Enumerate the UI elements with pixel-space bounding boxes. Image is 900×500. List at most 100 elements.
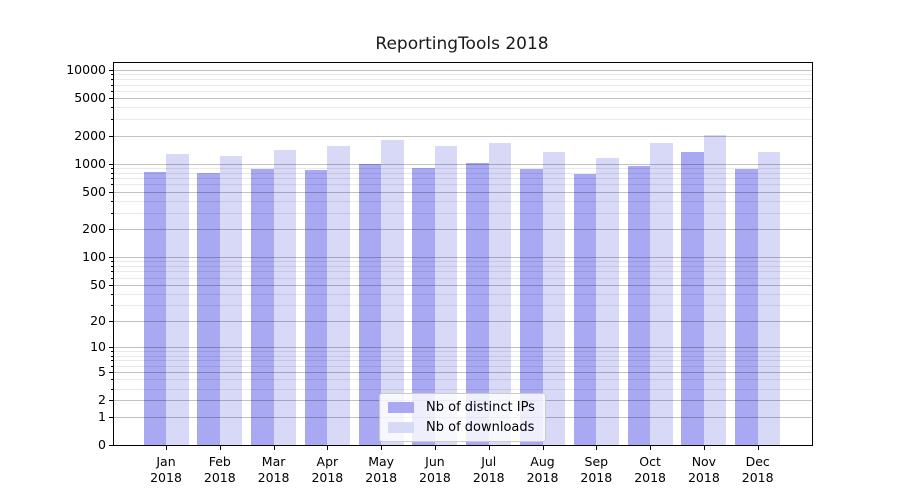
y-minor-tick <box>111 277 113 279</box>
y-major-tick <box>109 445 113 446</box>
gridline-minor <box>114 178 812 180</box>
x-axis-tick-label: Dec 2018 <box>728 454 788 486</box>
gridline-major <box>114 98 812 100</box>
gridline-major <box>114 257 812 259</box>
gridline-minor <box>114 360 812 362</box>
gridline-major <box>114 163 812 165</box>
bar-distinct-ips <box>735 168 758 445</box>
gridline-minor <box>114 305 812 307</box>
y-axis-tick-label: 1000 <box>74 155 106 171</box>
gridline-major <box>114 321 812 323</box>
y-axis-tick-label: 500 <box>82 183 106 199</box>
year-label: 2018 <box>580 470 613 485</box>
y-minor-tick <box>111 74 113 76</box>
gridline-minor <box>114 266 812 268</box>
y-major-tick <box>109 191 113 193</box>
legend: Nb of distinct IPs Nb of downloads <box>379 393 546 442</box>
y-major-tick <box>109 135 113 137</box>
month-label: Jul <box>481 454 497 469</box>
month-label: Feb <box>208 454 231 469</box>
year-label: 2018 <box>741 470 774 485</box>
gridline-major <box>114 347 812 349</box>
y-minor-tick <box>111 107 113 109</box>
bar-downloads <box>166 154 189 445</box>
gridline-minor <box>114 90 812 92</box>
y-minor-tick <box>111 212 113 214</box>
year-label: 2018 <box>257 470 290 485</box>
y-axis-tick-label: 20 <box>90 313 106 329</box>
year-label: 2018 <box>472 470 505 485</box>
month-label: Nov <box>691 454 717 469</box>
y-axis-tick-label: 200 <box>82 221 106 237</box>
y-major-tick <box>109 347 113 349</box>
gridline-minor <box>114 261 812 263</box>
y-minor-tick <box>111 79 113 81</box>
y-minor-tick <box>111 351 113 353</box>
x-axis-tick-label: Oct 2018 <box>620 454 680 486</box>
x-tick <box>703 446 705 450</box>
figure: ReportingTools 2018 0 1 2 5 10 20 50 100 200 500 1… <box>0 0 900 500</box>
y-axis-tick-label: 5000 <box>74 90 106 106</box>
y-axis-tick-label: 50 <box>90 276 106 292</box>
x-tick <box>219 446 221 450</box>
gridline-minor <box>114 293 812 295</box>
legend-label: Nb of distinct IPs <box>426 400 535 415</box>
chart-title: ReportingTools 2018 <box>375 34 549 54</box>
month-label: Jan <box>156 454 176 469</box>
x-tick <box>757 446 759 450</box>
y-major-tick <box>109 284 113 286</box>
plot-area: 0 1 2 5 10 20 50 100 200 500 1000 2000 5000 10000 Jan 2… <box>66 62 813 485</box>
legend-row: Nb of distinct IPs <box>388 400 535 415</box>
year-label: 2018 <box>687 470 720 485</box>
y-minor-tick <box>111 90 113 92</box>
y-axis-tick-label: 10 <box>90 339 106 355</box>
y-minor-tick <box>111 305 113 307</box>
year-label: 2018 <box>150 470 182 485</box>
y-minor-tick <box>111 365 113 367</box>
y-minor-tick <box>111 379 113 381</box>
y-minor-tick <box>111 388 113 390</box>
gridline-minor <box>114 355 812 357</box>
gridline-major <box>114 229 812 231</box>
bar-downloads <box>703 134 727 445</box>
x-axis-tick-label: Nov 2018 <box>674 454 734 486</box>
x-tick <box>166 446 167 450</box>
gridline-minor <box>114 212 812 214</box>
y-major-tick <box>109 98 113 100</box>
month-label: Jun <box>425 454 445 469</box>
gridline-major <box>114 372 812 374</box>
y-minor-tick <box>111 360 113 362</box>
gridline-minor <box>114 172 812 174</box>
month-label: Dec <box>745 454 770 469</box>
x-tick <box>488 446 490 450</box>
gridline-major <box>114 135 812 137</box>
x-tick <box>596 446 598 450</box>
y-major-tick <box>109 229 113 231</box>
y-minor-tick <box>111 184 113 186</box>
y-minor-tick <box>111 271 113 273</box>
x-axis-tick-label: Feb 2018 <box>190 454 250 486</box>
y-axis-tick-label: 1 <box>98 408 106 424</box>
y-axis-tick-label: 2000 <box>74 127 106 143</box>
gridline-minor <box>114 351 812 353</box>
y-minor-tick <box>111 84 113 86</box>
gridline-major <box>114 191 812 193</box>
x-axis-tick-label: Aug 2018 <box>513 454 573 486</box>
gridline-minor <box>114 379 812 381</box>
y-minor-tick <box>111 293 113 295</box>
y-minor-tick <box>111 178 113 180</box>
gridline-minor <box>114 388 812 390</box>
y-major-tick <box>109 372 113 374</box>
gridline-minor <box>114 84 812 86</box>
y-minor-tick <box>111 261 113 263</box>
y-axis-tick-label: 100 <box>82 249 106 265</box>
y-minor-tick <box>111 172 113 174</box>
x-tick <box>273 446 275 450</box>
gridline-minor <box>114 184 812 186</box>
y-axis-tick-label: 5 <box>98 364 106 380</box>
y-major-tick <box>109 163 113 165</box>
x-axis-tick-label: May 2018 <box>351 454 411 486</box>
y-minor-tick <box>111 266 113 268</box>
year-label: 2018 <box>526 470 559 485</box>
x-tick <box>381 446 383 450</box>
